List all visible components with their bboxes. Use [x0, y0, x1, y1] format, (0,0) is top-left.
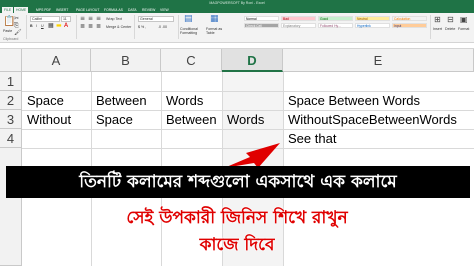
ribbon-separator	[178, 15, 179, 39]
conditional-formatting-icon[interactable]: ▤	[184, 15, 193, 24]
cell-style-normal[interactable]: Normal	[244, 16, 279, 21]
cell-style-explanatory[interactable]: Explanatory	[281, 23, 316, 28]
gridline	[22, 110, 474, 111]
cell-e2[interactable]: Space Between Words	[285, 93, 420, 108]
gridline	[22, 91, 474, 92]
cell-b3[interactable]: Space	[93, 112, 133, 127]
row-header-3[interactable]: 3	[0, 110, 22, 129]
cell-style-bad[interactable]: Bad	[281, 16, 316, 21]
align-top-icon[interactable]: ≡	[80, 15, 85, 22]
bengali-caption-line1: সেই উপকারী জিনিস শিখে রাখুন	[126, 208, 348, 228]
align-bottom-icon[interactable]: ≡	[96, 15, 101, 22]
align-center-icon[interactable]: ≣	[88, 23, 93, 30]
bengali-caption-line2: কাজে দিবে	[199, 235, 275, 255]
column-header-b[interactable]: B	[91, 49, 161, 72]
cell-style-followed-hy[interactable]: Followed Hy...	[318, 23, 353, 28]
insert-cells-icon[interactable]: ⊞	[434, 16, 441, 24]
format-as-table-icon[interactable]: ▦	[210, 15, 219, 24]
font-name-value: Calibri	[32, 17, 43, 21]
cell-a3[interactable]: Without	[24, 112, 71, 127]
cell-e4[interactable]: See that	[285, 131, 336, 146]
insert-cells-button[interactable]: Insert	[433, 27, 442, 31]
format-as-table-button[interactable]: Format as Table	[206, 27, 228, 35]
column-header-e[interactable]: E	[283, 49, 474, 72]
decimal-buttons[interactable]: .0 .00	[158, 25, 167, 29]
cell-e3[interactable]: WithoutSpaceBetweenWords	[285, 112, 457, 127]
italic-button[interactable]: I	[36, 24, 37, 28]
row-header-2[interactable]: 2	[0, 91, 22, 110]
ribbon: 📋 Paste Clipboard ✂ ⎘ 🖌 Calibri 11 B I U…	[0, 13, 474, 43]
wrap-text-button[interactable]: Wrap Text	[106, 17, 122, 21]
copy-icon[interactable]: ⎘	[14, 22, 19, 29]
cell-c2[interactable]: Words	[163, 93, 203, 108]
cell-style-neutral[interactable]: Neutral	[355, 16, 390, 21]
bold-button[interactable]: B	[30, 24, 33, 28]
column-header-d[interactable]: D	[222, 49, 283, 72]
borders-icon[interactable]: ▦	[48, 22, 54, 29]
cell-style-input[interactable]: Input	[392, 23, 427, 28]
cell-style-good[interactable]: Good	[318, 16, 353, 21]
cell-style-hyperlink[interactable]: Hyperlink	[355, 23, 390, 28]
align-left-icon[interactable]: ≣	[80, 23, 85, 30]
format-cells-button[interactable]: Format	[458, 27, 469, 31]
font-color-icon[interactable]: A	[64, 22, 68, 29]
gridline	[22, 148, 474, 149]
format-cells-icon[interactable]: ▣	[460, 16, 468, 24]
gridline	[22, 129, 474, 130]
bengali-banner: তিনটি কলামের শব্দগুলো একসাথে এক কলামে	[6, 166, 470, 198]
select-all-corner[interactable]	[0, 49, 22, 72]
cell-style-calculation[interactable]: Calculation	[392, 16, 427, 21]
ribbon-separator	[76, 15, 77, 39]
cut-icon[interactable]: ✂	[14, 15, 19, 22]
align-right-icon[interactable]: ≣	[96, 23, 101, 30]
column-header-c[interactable]: C	[161, 49, 222, 72]
paste-label: Paste	[3, 29, 13, 33]
ribbon-separator	[26, 15, 27, 39]
format-painter-icon[interactable]: 🖌	[14, 29, 22, 36]
clipboard-group-label: Clipboard	[3, 37, 19, 41]
cell-b2[interactable]: Between	[93, 93, 147, 108]
column-header-a[interactable]: A	[22, 49, 91, 72]
ribbon-separator	[134, 15, 135, 39]
number-format-select[interactable]: General	[138, 16, 174, 22]
cell-d3[interactable]: Words	[224, 112, 264, 127]
cell-c3[interactable]: Between	[163, 112, 217, 127]
merge-center-button[interactable]: Merge & Center	[106, 25, 131, 29]
cell-a2[interactable]: Space	[24, 93, 64, 108]
number-format-value: General	[140, 17, 153, 21]
ribbon-separator	[430, 15, 431, 39]
currency-button[interactable]: $ % ,	[138, 25, 146, 29]
font-size-value: 11	[63, 17, 67, 21]
ribbon-tabs: FILE HOME MPS PDF INSERT PAGE LAYOUT FOR…	[0, 6, 474, 13]
delete-cells-icon[interactable]: ⊟	[447, 16, 454, 24]
cell-style-check-cell[interactable]: Check Cell	[244, 23, 279, 28]
row-header-1[interactable]: 1	[0, 72, 22, 91]
underline-button[interactable]: U	[41, 24, 44, 28]
row-header-4[interactable]: 4	[0, 129, 22, 148]
delete-cells-button[interactable]: Delete	[445, 27, 455, 31]
fill-color-icon[interactable]: ▬	[56, 22, 62, 29]
align-middle-icon[interactable]: ≡	[88, 15, 93, 22]
conditional-formatting-button[interactable]: Conditional Formatting	[180, 27, 204, 35]
